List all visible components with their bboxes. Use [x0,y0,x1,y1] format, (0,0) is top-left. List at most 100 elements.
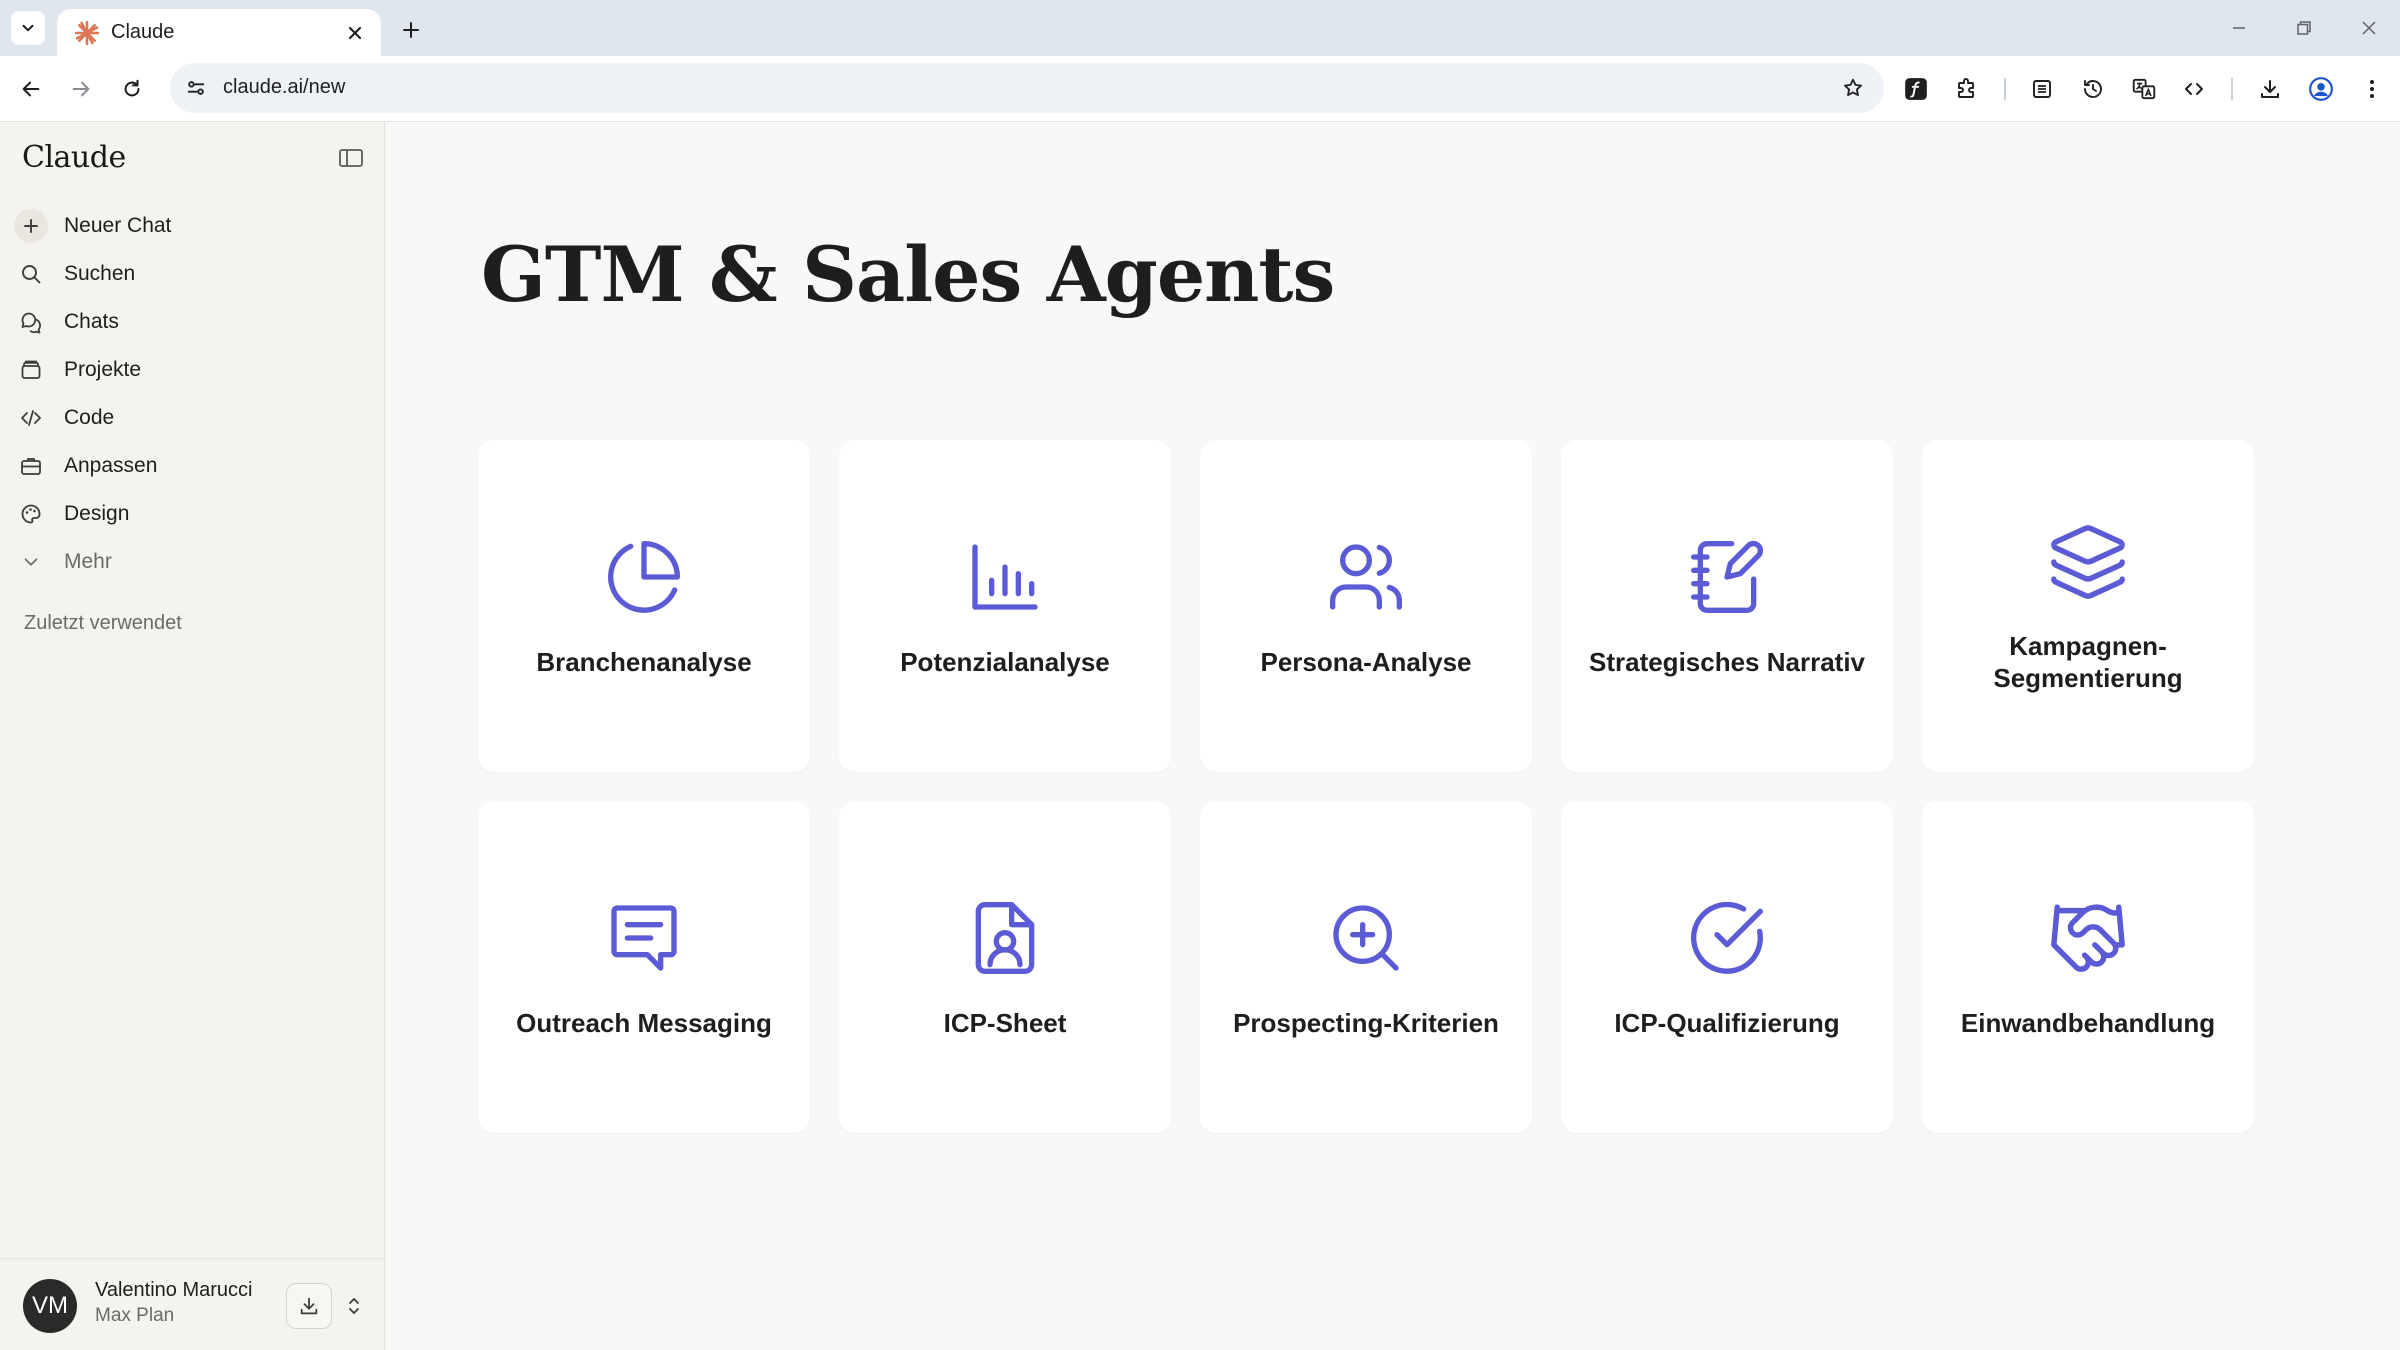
agent-card-label: Strategisches Narrativ [1588,647,1866,677]
agent-card-kampagnen-segmentierung[interactable]: Kampagnen-Segmentierung [1922,440,2254,772]
browser-tab-active[interactable]: Claude [57,9,381,56]
arrow-right-icon [72,81,90,97]
new-tab-button[interactable] [395,14,427,46]
sidebar-item-label: Mehr [64,550,112,573]
user-menu[interactable]: VM Valentino Marucci Max Plan [0,1258,385,1350]
devtools-button[interactable] [2177,72,2211,106]
font-icon [1905,78,1927,100]
address-bar[interactable]: claude.ai/new [170,63,1884,113]
toolbar-separator [2004,78,2006,100]
tab-title: Claude [111,21,175,43]
main-content: GTM & Sales Agents Branchenanalyse Poten… [386,122,2400,1350]
pie-chart-icon [602,535,686,619]
agent-card-outreach-messaging[interactable]: Outreach Messaging [478,801,810,1133]
translate-icon [2132,78,2156,100]
site-settings-icon[interactable] [180,72,212,104]
sidebar-item-code[interactable]: Code [14,396,374,440]
brand-logo[interactable]: Claude [22,140,126,175]
user-menu-toggle[interactable] [343,1292,365,1320]
sidebar-item-label: Projekte [64,358,142,381]
toolbar-separator [2231,78,2233,100]
agent-card-label: ICP-Sheet [943,1008,1067,1038]
chevron-down-icon [22,24,34,32]
forward-button[interactable] [63,71,99,107]
user-name: Valentino Marucci [95,1279,253,1301]
agent-card-label: Prospecting-Kriterien [1233,1008,1499,1038]
agent-card-label: Outreach Messaging [516,1008,772,1038]
translate-button[interactable] [2127,72,2161,106]
sidebar-item-projects[interactable]: Projekte [14,348,374,392]
claude-logo-icon [73,19,101,47]
zoom-in-icon [1324,896,1408,980]
code-icon [14,401,48,435]
sidebar-item-customize[interactable]: Anpassen [14,444,374,488]
tab-close-icon[interactable] [343,21,367,45]
minimize-icon [2233,27,2245,29]
more-vertical-icon [2370,80,2374,98]
sidebar-item-label: Design [64,502,130,525]
agent-card-branchenanalyse[interactable]: Branchenanalyse [478,440,810,772]
sidebar-item-more[interactable]: Mehr [14,540,374,584]
downloads-button[interactable] [2253,72,2287,106]
sidebar-item-label: Code [64,406,115,429]
sidebar-item-label: Anpassen [64,454,158,477]
plus-icon [403,22,419,38]
close-window-button[interactable] [2352,12,2386,44]
agent-card-persona-analyse[interactable]: Persona-Analyse [1200,440,1532,772]
agent-card-label: Kampagnen-Segmentierung [1993,631,2183,693]
font-extension-button[interactable] [1899,72,1933,106]
bookmark-star-icon[interactable] [1838,73,1868,103]
message-square-icon [602,896,686,980]
notebook-pen-icon [1685,535,1769,619]
plus-icon [14,209,48,243]
handshake-icon [2046,896,2130,980]
recent-section-label: Zuletzt verwendet [24,612,182,634]
reload-button[interactable] [114,71,150,107]
agent-card-grid: Branchenanalyse Potenzialanalyse Persona… [478,440,2254,1133]
chat-bubbles-icon [14,305,48,339]
sidebar: Claude Neuer Chat Suchen Chats Projekte … [0,122,385,1350]
code-icon [2185,83,2203,95]
sidebar-item-label: Neuer Chat [64,214,172,237]
circle-check-icon [1685,896,1769,980]
tab-search-button[interactable] [11,11,45,45]
chevron-up-down-icon [349,1298,359,1314]
avatar: VM [23,1279,77,1333]
agent-card-label: Einwandbehandlung [1960,1008,2216,1038]
agent-card-strategisches-narrativ[interactable]: Strategisches Narrativ [1561,440,1893,772]
browser-menu-button[interactable] [2355,72,2389,106]
users-icon [1324,535,1408,619]
back-button[interactable] [13,71,49,107]
profile-icon [2309,77,2333,101]
restore-button[interactable] [2287,12,2321,44]
extensions-button[interactable] [1950,72,1984,106]
reading-list-button[interactable] [2025,72,2059,106]
agent-card-einwandbehandlung[interactable]: Einwandbehandlung [1922,801,2254,1133]
sidebar-toggle-button[interactable] [336,143,366,173]
history-button[interactable] [2076,72,2110,106]
page-title: GTM & Sales Agents [481,230,1335,319]
sidebar-item-search[interactable]: Suchen [14,252,374,296]
agent-card-icp-qualifizierung[interactable]: ICP-Qualifizierung [1561,801,1893,1133]
download-icon [300,1297,318,1315]
search-icon [14,257,48,291]
layers-icon [2046,520,2130,604]
agent-card-label: Potenzialanalyse [900,647,1110,677]
profile-button[interactable] [2304,72,2338,106]
sidebar-item-label: Suchen [64,262,136,285]
chevron-down-icon [14,545,48,579]
sidebar-item-new-chat[interactable]: Neuer Chat [14,204,374,248]
agent-card-label: ICP-Qualifizierung [1614,1008,1840,1038]
browser-toolbar: claude.ai/new [0,56,2400,122]
puzzle-icon [1958,78,1974,98]
browser-tab-strip: Claude [0,0,2400,56]
history-icon [2084,80,2102,98]
sidebar-item-chats[interactable]: Chats [14,300,374,344]
minimize-button[interactable] [2222,12,2256,44]
agent-card-potenzialanalyse[interactable]: Potenzialanalyse [839,440,1171,772]
user-plan: Max Plan [95,1305,175,1326]
agent-card-prospecting-kriterien[interactable]: Prospecting-Kriterien [1200,801,1532,1133]
agent-card-icp-sheet[interactable]: ICP-Sheet [839,801,1171,1133]
sidebar-item-design[interactable]: Design [14,492,374,536]
download-app-button[interactable] [286,1283,332,1329]
